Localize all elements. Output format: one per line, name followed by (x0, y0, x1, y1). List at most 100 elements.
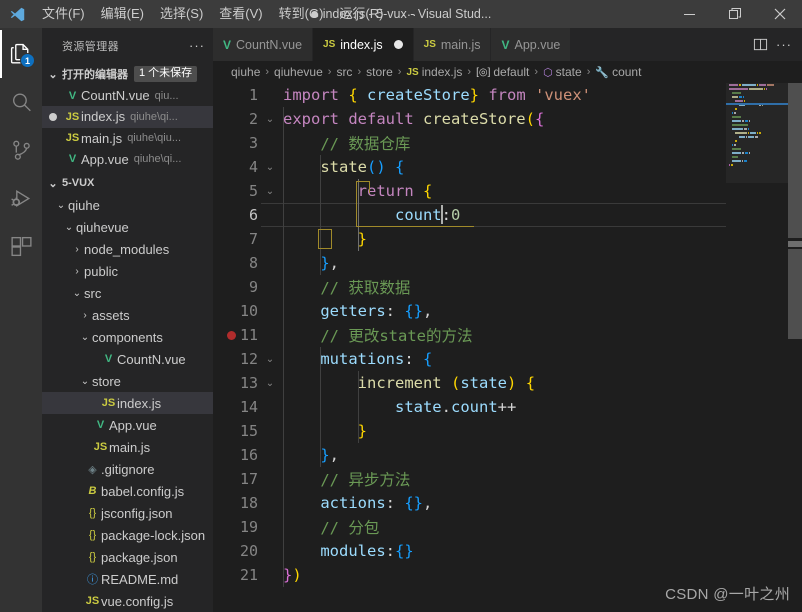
activity-run-debug[interactable] (0, 174, 42, 222)
breadcrumb-item[interactable]: JS index.js (406, 65, 462, 79)
fold-chevron-icon[interactable]: ⌄ (261, 114, 279, 125)
chevron-down-icon[interactable]: ⌄ (78, 376, 92, 387)
code-line[interactable]: 21}) (213, 563, 726, 587)
open-editor-item[interactable]: V App.vue qiuhe\qi... (42, 149, 213, 170)
tree-item-countn-vue[interactable]: V CountN.vue (42, 348, 213, 370)
breadcrumb-item[interactable]: [◎] default (476, 65, 529, 79)
chevron-right-icon[interactable]: › (70, 244, 84, 255)
tree-item-babel-config-js[interactable]: Bbabel.config.js (42, 480, 213, 502)
code-line[interactable]: 3 // 数据仓库 (213, 131, 726, 155)
code-editor[interactable]: 1 import { createStore} from 'vuex' 2 ⌄ expo… (213, 83, 802, 612)
tree-item-app-vue[interactable]: V App.vue (42, 414, 213, 436)
split-editor-icon[interactable] (753, 37, 768, 52)
chevron-right-icon[interactable]: › (78, 310, 92, 321)
menu-selection[interactable]: 选择(S) (152, 0, 211, 28)
tree-item-qiuhe[interactable]: ⌄ qiuhe (42, 194, 213, 216)
tree-item-vue-config-js[interactable]: JS vue.config.js (42, 590, 213, 612)
code-line[interactable]: 14 state.count++ (213, 395, 726, 419)
tree-item-package-lock-json[interactable]: {} package-lock.json (42, 524, 213, 546)
section-project-root[interactable]: ⌄ 5-VUX (42, 172, 213, 194)
editor-more-actions-icon[interactable]: ··· (776, 37, 792, 52)
code-line[interactable]: 16 }, (213, 443, 726, 467)
chevron-down-icon[interactable]: ⌄ (70, 288, 84, 299)
code-line[interactable]: 15 } (213, 419, 726, 443)
breadcrumb-item[interactable]: src (336, 65, 352, 79)
tree-item-index-js[interactable]: JS index.js (42, 392, 213, 414)
code-line[interactable]: 4 ⌄ state() { (213, 155, 726, 179)
minimap[interactable] (726, 83, 788, 612)
code-line[interactable]: 7 } (213, 227, 726, 251)
code-line[interactable]: 17 // 异步方法 (213, 467, 726, 491)
menu-file[interactable]: 文件(F) (34, 0, 93, 28)
tree-item-main-js[interactable]: JS main.js (42, 436, 213, 458)
menu-edit[interactable]: 编辑(E) (93, 0, 152, 28)
chevron-down-icon[interactable]: ⌄ (78, 332, 92, 343)
code-lines[interactable]: 1 import { createStore} from 'vuex' 2 ⌄ expo… (213, 83, 726, 612)
tree-item-jsconfig-json[interactable]: {} jsconfig.json (42, 502, 213, 524)
minimap-token (759, 132, 761, 134)
open-editor-item[interactable]: JS main.js qiuhe\qiu... (42, 128, 213, 149)
tree-item-assets[interactable]: › assets (42, 304, 213, 326)
chevron-right-icon[interactable]: › (70, 266, 84, 277)
tree-item-store[interactable]: ⌄ store (42, 370, 213, 392)
close-button[interactable] (757, 0, 802, 28)
chevron-down-icon[interactable]: ⌄ (54, 200, 68, 211)
menu-run[interactable]: 运行(R) (331, 0, 391, 28)
fold-chevron-icon[interactable]: ⌄ (261, 186, 279, 197)
maximize-button[interactable] (712, 0, 757, 28)
menu-overflow-icon[interactable]: ··· (391, 7, 427, 22)
chevron-down-icon[interactable]: ⌄ (62, 222, 76, 233)
code-line[interactable]: 20 modules:{} (213, 539, 726, 563)
code-line[interactable]: 2 ⌄ export default createStore({ (213, 107, 726, 131)
tab-app-vue[interactable]: V App.vue (491, 28, 572, 61)
menu-view[interactable]: 查看(V) (211, 0, 270, 28)
code-line[interactable]: 9 // 获取数据 (213, 275, 726, 299)
activity-explorer[interactable]: 1 (0, 30, 42, 78)
tree-item-readme-md[interactable]: ⓘ README.md (42, 568, 213, 590)
tree-item-public[interactable]: › public (42, 260, 213, 282)
breadcrumb-item[interactable]: qiuhe (231, 65, 260, 79)
tree-item-src[interactable]: ⌄ src (42, 282, 213, 304)
section-open-editors[interactable]: ⌄ 打开的编辑器 1 个未保存 (42, 63, 213, 85)
code-line[interactable]: 12 ⌄ mutations: { (213, 347, 726, 371)
sidebar-more-icon[interactable]: ··· (189, 38, 205, 53)
tab-main-js[interactable]: JS main.js (413, 28, 492, 61)
tab-countn-vue[interactable]: V CountN.vue (213, 28, 314, 61)
breadcrumb-item[interactable]: store (366, 65, 393, 79)
tree-item--gitignore[interactable]: ◈ .gitignore (42, 458, 213, 480)
open-editor-item[interactable]: V CountN.vue qiu... (42, 85, 213, 106)
chevron-down-icon[interactable]: ⌄ (46, 63, 60, 85)
fold-chevron-icon[interactable]: ⌄ (261, 162, 279, 173)
activity-search[interactable] (0, 78, 42, 126)
open-editor-item[interactable]: JS index.js qiuhe\qi... (42, 106, 213, 128)
chevron-down-icon[interactable]: ⌄ (46, 172, 60, 194)
breadcrumb-item[interactable]: qiuhevue (274, 65, 323, 79)
fold-chevron-icon[interactable]: ⌄ (261, 354, 279, 365)
breadcrumb-item[interactable]: 🔧 count (595, 65, 641, 79)
breadcrumb-item[interactable]: ⬡ state (543, 65, 582, 79)
menu-bar[interactable]: 文件(F) 编辑(E) 选择(S) 查看(V) 转到(G) 运行(R) ··· (34, 0, 427, 28)
code-line[interactable]: 19 // 分包 (213, 515, 726, 539)
menu-go[interactable]: 转到(G) (271, 0, 332, 28)
code-line[interactable]: 18 actions: {}, (213, 491, 726, 515)
code-line[interactable]: 11 // 更改state的方法 (213, 323, 726, 347)
breakpoint-icon[interactable] (227, 331, 236, 340)
activity-source-control[interactable] (0, 126, 42, 174)
tab-index-js[interactable]: JS index.js (313, 28, 414, 61)
code-line[interactable]: 1 import { createStore} from 'vuex' (213, 83, 726, 107)
breadcrumb-label: state (555, 65, 582, 79)
tree-item-qiuhevue[interactable]: ⌄ qiuhevue (42, 216, 213, 238)
minimize-button[interactable] (667, 0, 712, 28)
tree-item-components[interactable]: ⌄ components (42, 326, 213, 348)
code-line[interactable]: 5 ⌄ return { (213, 179, 726, 203)
editor-scrollbar[interactable] (788, 83, 802, 612)
activity-extensions[interactable] (0, 222, 42, 270)
code-line[interactable]: 6 count:0 (213, 203, 726, 227)
fold-chevron-icon[interactable]: ⌄ (261, 378, 279, 389)
tree-item-node-modules[interactable]: › node_modules (42, 238, 213, 260)
tab-dirty-dot-icon[interactable] (393, 40, 403, 49)
tree-item-package-json[interactable]: {} package.json (42, 546, 213, 568)
code-line[interactable]: 13 ⌄ increment (state) { (213, 371, 726, 395)
code-line[interactable]: 10 getters: {}, (213, 299, 726, 323)
code-line[interactable]: 8 }, (213, 251, 726, 275)
